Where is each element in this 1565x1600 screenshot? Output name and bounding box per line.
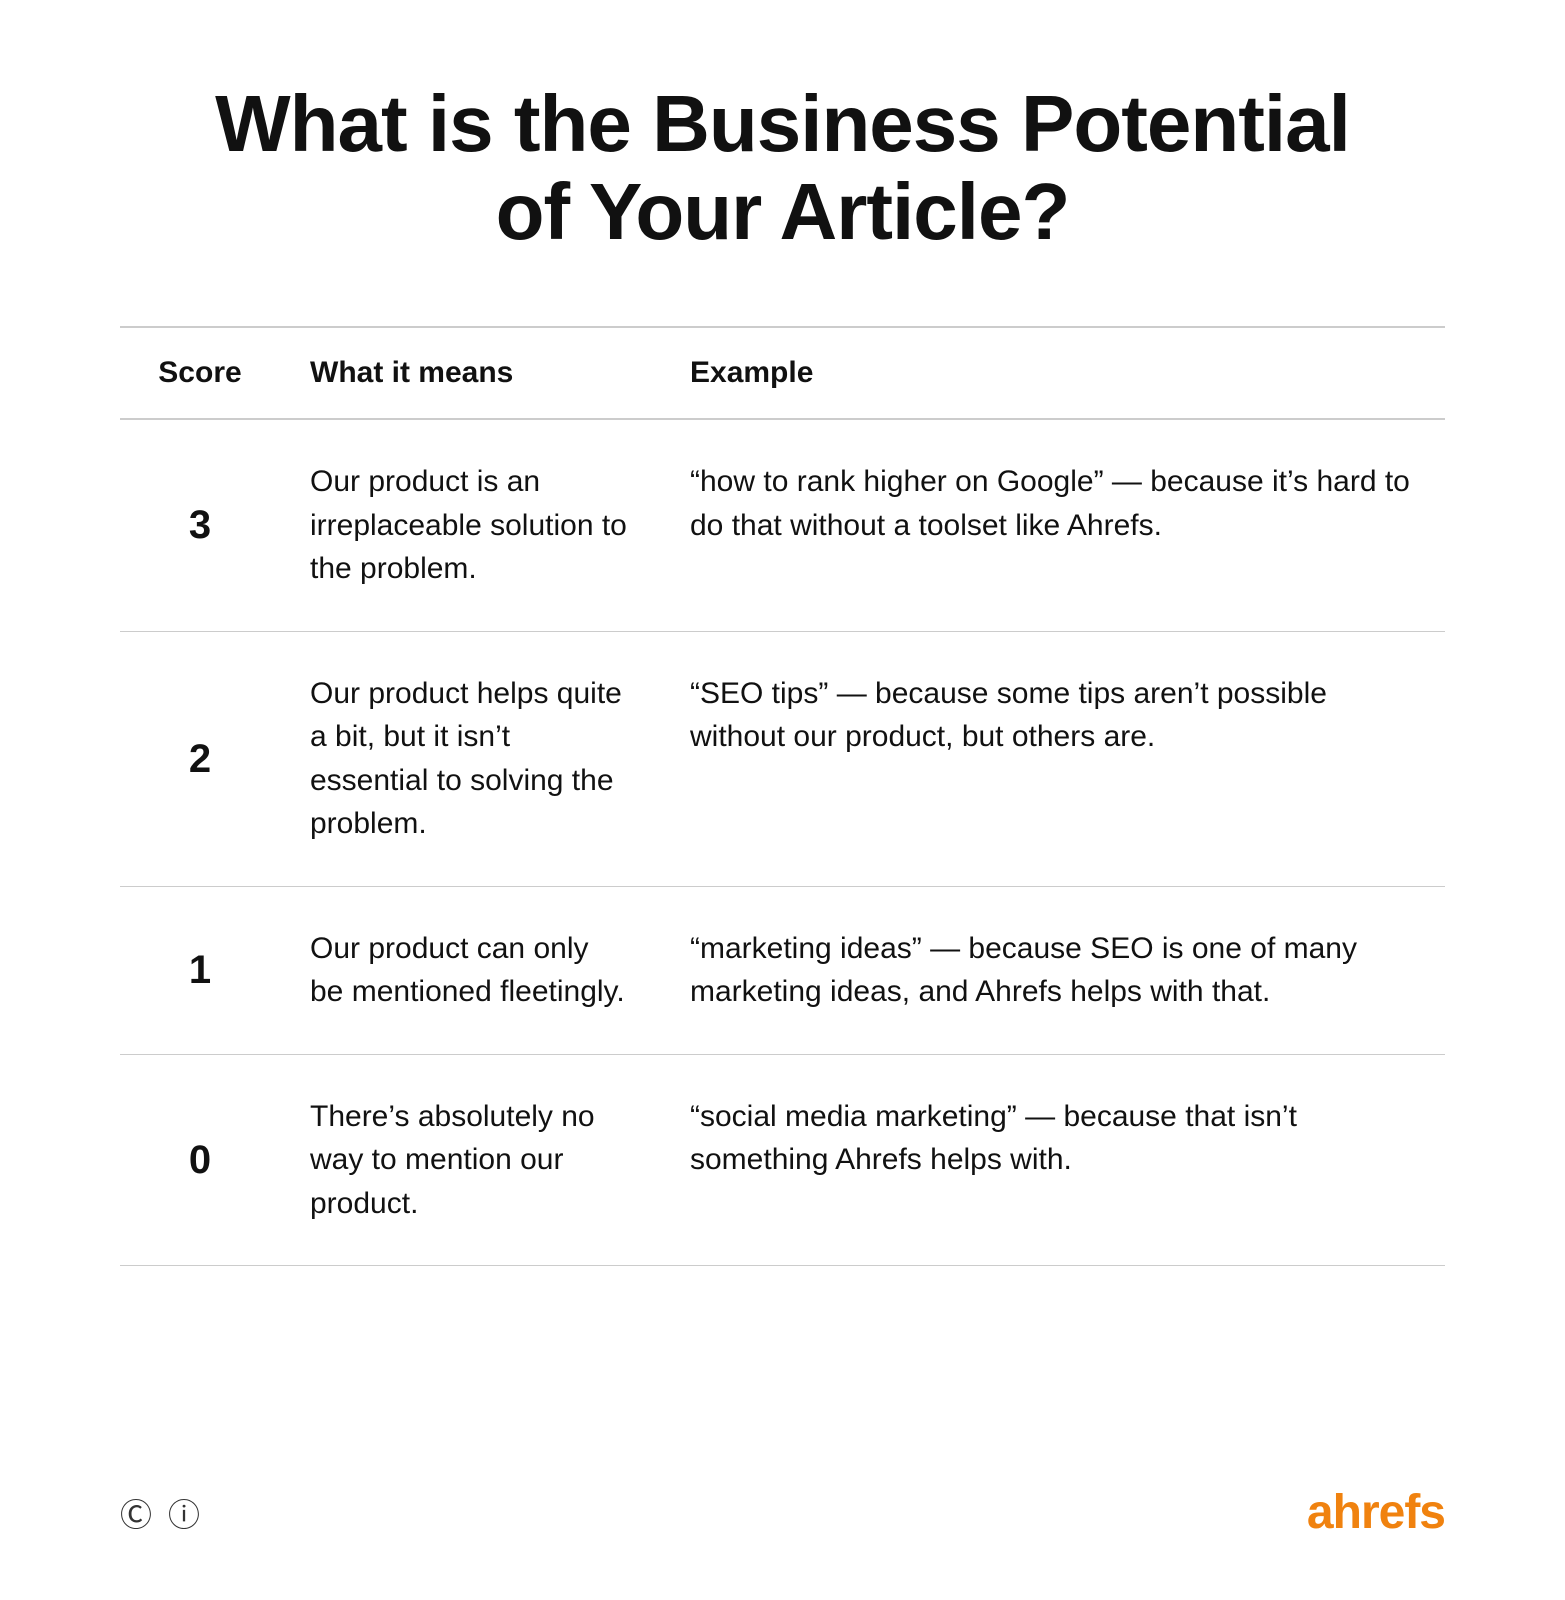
business-potential-table: Score What it means Example 3Our product…: [120, 326, 1445, 1266]
cell-score: 3: [120, 419, 280, 631]
table-row: 2Our product helps quite a bit, but it i…: [120, 631, 1445, 886]
cell-what-it-means: There’s absolutely no way to mention our…: [280, 1054, 660, 1266]
cell-example: “SEO tips” — because some tips aren’t po…: [660, 631, 1445, 886]
cell-score: 0: [120, 1054, 280, 1266]
cell-example: “how to rank higher on Google” — because…: [660, 419, 1445, 631]
ahrefs-logo: ahrefs: [1307, 1485, 1445, 1540]
cell-what-it-means: Our product is an irreplaceable solution…: [280, 419, 660, 631]
footer-icons: Ⓒ ⓘ: [120, 1490, 200, 1536]
creative-commons-icon: Ⓒ: [120, 1490, 152, 1536]
table-wrapper: Score What it means Example 3Our product…: [120, 326, 1445, 1266]
info-icon: ⓘ: [168, 1490, 200, 1536]
footer: Ⓒ ⓘ ahrefs: [120, 1465, 1445, 1540]
cell-what-it-means: Our product helps quite a bit, but it is…: [280, 631, 660, 886]
cell-what-it-means: Our product can only be mentioned fleeti…: [280, 886, 660, 1054]
header-score: Score: [120, 327, 280, 419]
cell-score: 2: [120, 631, 280, 886]
table-row: 1Our product can only be mentioned fleet…: [120, 886, 1445, 1054]
page-container: What is the Business Potential of Your A…: [0, 0, 1565, 1600]
page-title: What is the Business Potential of Your A…: [120, 80, 1445, 256]
header-what-it-means: What it means: [280, 327, 660, 419]
header-example: Example: [660, 327, 1445, 419]
cell-example: “social media marketing” — because that …: [660, 1054, 1445, 1266]
table-row: 3Our product is an irreplaceable solutio…: [120, 419, 1445, 631]
table-row: 0There’s absolutely no way to mention ou…: [120, 1054, 1445, 1266]
cell-example: “marketing ideas” — because SEO is one o…: [660, 886, 1445, 1054]
cell-score: 1: [120, 886, 280, 1054]
table-header-row: Score What it means Example: [120, 327, 1445, 419]
